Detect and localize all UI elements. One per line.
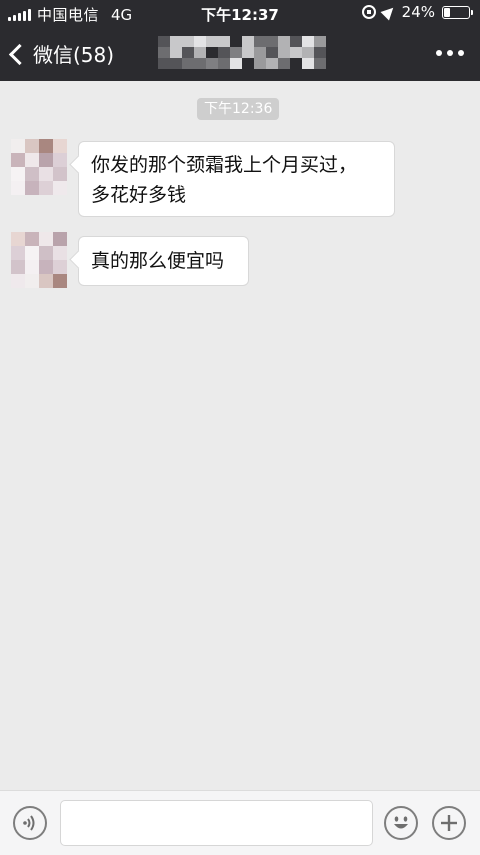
avatar[interactable] — [11, 139, 67, 195]
more-dots-icon[interactable] — [436, 50, 464, 56]
status-right: 24% — [361, 3, 473, 21]
nav-bar: 微信(58) — [0, 26, 480, 81]
back-button[interactable]: 微信(58) — [8, 39, 115, 68]
location-arrow-icon — [380, 3, 398, 21]
battery-level — [444, 7, 450, 17]
message-bubble[interactable]: 真的那么便宜吗 — [78, 236, 249, 286]
rotation-lock-icon — [361, 5, 376, 19]
timestamp-badge: 下午12:36 — [197, 98, 280, 120]
top-bar: 中国电信 4G 下午12:37 24% 微信(58) — [0, 0, 480, 81]
battery-icon — [442, 5, 473, 19]
message-input[interactable] — [60, 800, 373, 846]
battery-percent: 24% — [401, 3, 435, 21]
chevron-left-icon — [8, 43, 31, 65]
contact-name-pixelated — [158, 36, 326, 69]
emoji-icon[interactable] — [384, 806, 418, 840]
voice-icon[interactable] — [13, 806, 47, 840]
status-bar: 中国电信 4G 下午12:37 24% — [0, 0, 480, 26]
plus-icon[interactable] — [432, 806, 466, 840]
message-text: 真的那么便宜吗 — [91, 250, 225, 272]
message-bubble[interactable]: 你发的那个颈霜我上个月买过， 多花好多钱 — [78, 141, 395, 217]
back-label: 微信(58) — [33, 43, 115, 67]
message-text: 你发的那个颈霜我上个月买过， 多花好多钱 — [91, 154, 358, 206]
avatar[interactable] — [11, 232, 67, 288]
input-bar — [0, 790, 480, 855]
